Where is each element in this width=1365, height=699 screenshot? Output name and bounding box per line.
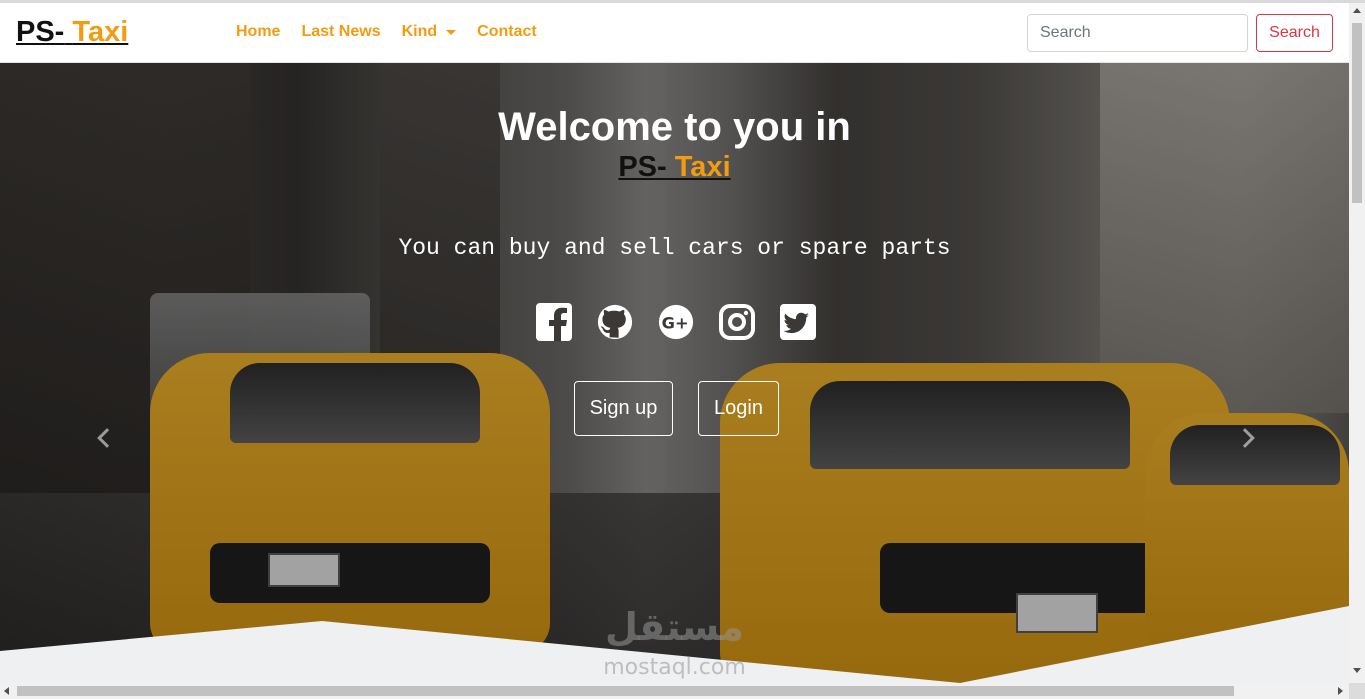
vertical-scrollbar[interactable] (1349, 3, 1365, 683)
scroll-right-icon[interactable] (1338, 687, 1343, 695)
brand-accent: Taxi (72, 16, 129, 48)
watermark-arabic: مستقل (605, 605, 744, 649)
caret-down-icon (446, 29, 457, 35)
brand-logo[interactable]: PS- Taxi (16, 16, 128, 49)
search-input[interactable] (1027, 14, 1248, 52)
hero-bottom-slant (0, 606, 1349, 683)
vertical-scroll-thumb[interactable] (1352, 23, 1362, 203)
scroll-up-icon[interactable] (1353, 8, 1361, 13)
nav-link-contact[interactable]: Contact (477, 23, 537, 41)
horizontal-scroll-thumb[interactable] (17, 686, 1234, 696)
nav-links: Home Last News Kind Contact (236, 23, 558, 41)
browser-viewport: PS- Taxi Home Last News Kind Contact Sea… (0, 0, 1365, 699)
hero-carousel: Welcome to you in PS- Taxi You can buy a… (0, 63, 1349, 683)
horizontal-scrollbar[interactable] (0, 683, 1349, 699)
nav-link-kind[interactable]: Kind (402, 23, 457, 41)
brand-prefix: PS- (16, 16, 65, 48)
scrollbar-corner (1349, 683, 1365, 699)
nav-link-home[interactable]: Home (236, 23, 280, 41)
navbar: PS- Taxi Home Last News Kind Contact Sea… (0, 3, 1349, 63)
watermark-latin: mostaql.com (603, 655, 746, 680)
scroll-down-icon[interactable] (1353, 668, 1361, 673)
nav-link-kind-label: Kind (401, 23, 438, 40)
scroll-left-icon[interactable] (4, 687, 9, 695)
nav-link-last-news[interactable]: Last News (301, 23, 380, 41)
search-button[interactable]: Search (1256, 14, 1333, 52)
